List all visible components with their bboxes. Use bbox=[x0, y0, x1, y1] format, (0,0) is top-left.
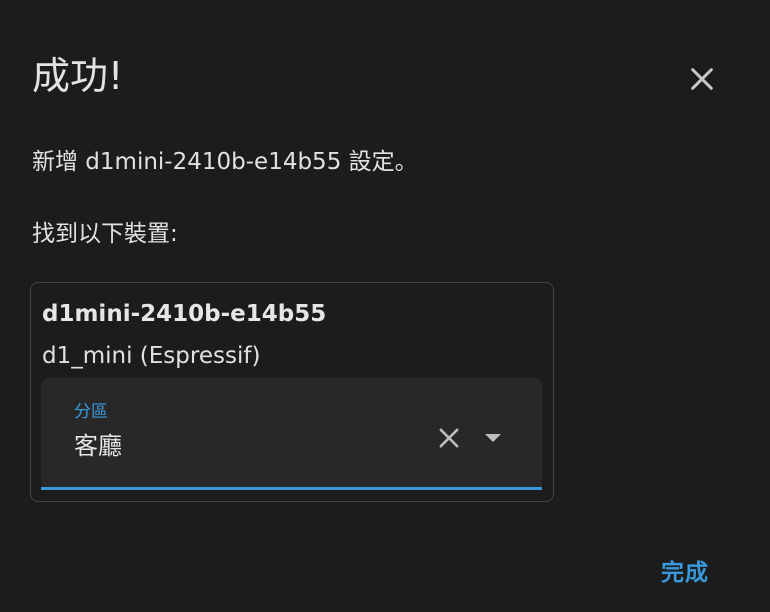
area-select[interactable]: 分區 客廳 bbox=[41, 378, 542, 490]
arrow-drop-down-icon bbox=[485, 434, 501, 442]
clear-area-button[interactable] bbox=[429, 418, 469, 458]
done-button[interactable]: 完成 bbox=[640, 546, 730, 594]
device-name: d1mini-2410b-e14b55 bbox=[42, 301, 327, 327]
found-devices-label: 找到以下裝置: bbox=[32, 221, 178, 247]
dialog-title: 成功! bbox=[32, 54, 124, 98]
device-card: d1mini-2410b-e14b55 d1_mini (Espressif) … bbox=[30, 282, 554, 502]
success-dialog: 成功! 新增 d1mini-2410b-e14b55 設定。 找到以下裝置: d… bbox=[0, 0, 770, 612]
area-select-label: 分區 bbox=[74, 402, 108, 422]
clear-icon bbox=[439, 428, 459, 448]
success-message: 新增 d1mini-2410b-e14b55 設定。 bbox=[32, 149, 418, 175]
area-dropdown-button[interactable] bbox=[473, 418, 513, 458]
device-model: d1_mini (Espressif) bbox=[42, 343, 261, 369]
close-button[interactable] bbox=[678, 55, 726, 103]
area-select-value[interactable]: 客廳 bbox=[74, 428, 122, 464]
close-icon bbox=[691, 68, 713, 90]
